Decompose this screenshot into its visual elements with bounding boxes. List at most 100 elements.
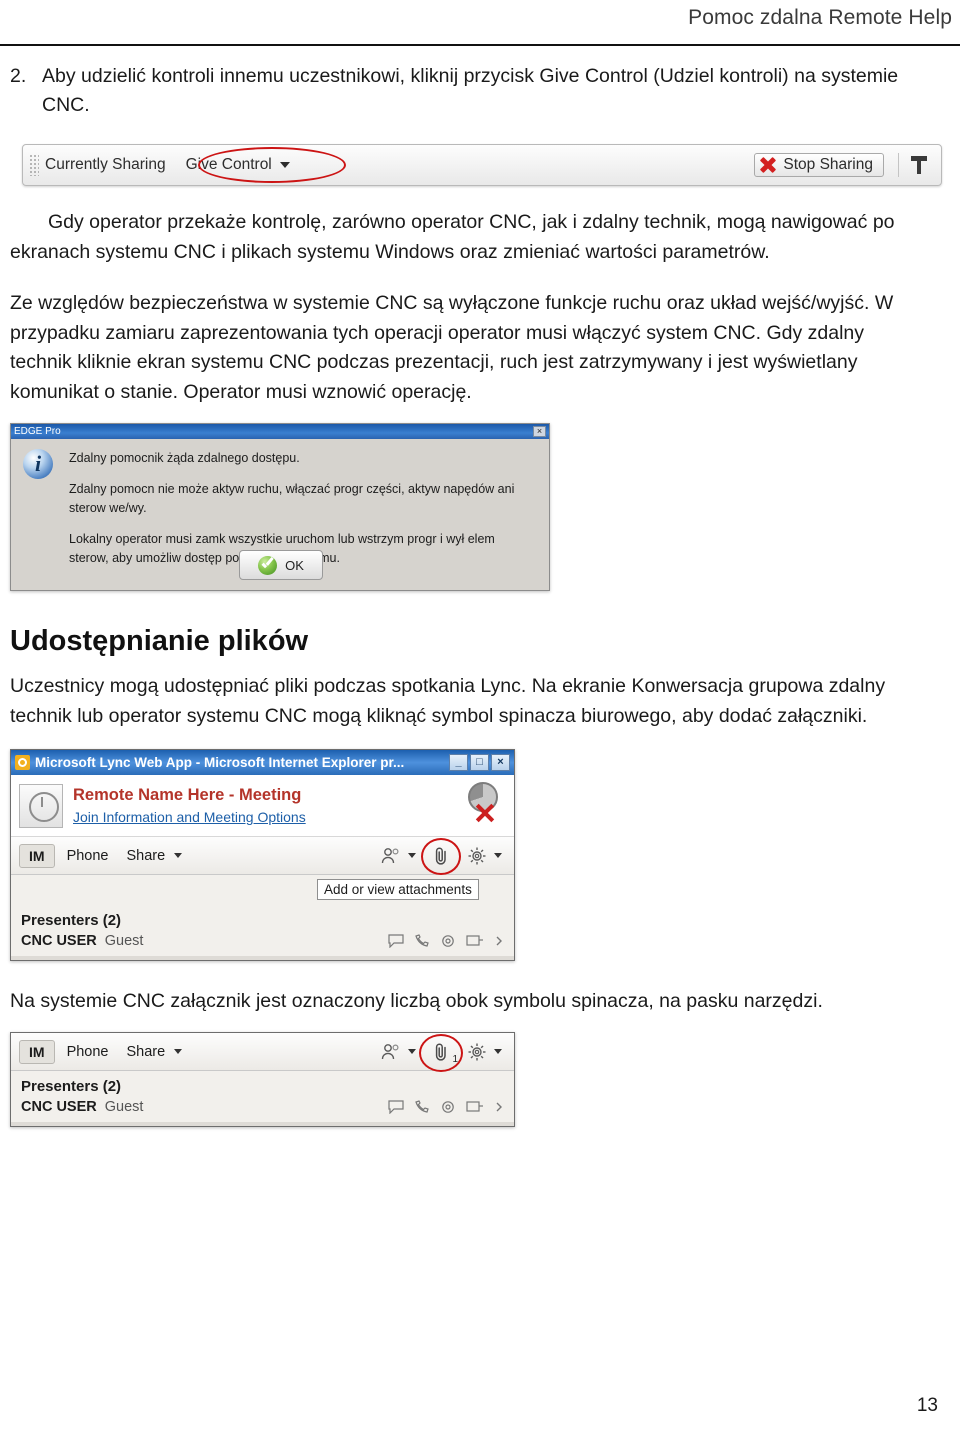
caption-after-lync: Na systemie CNC załącznik jest oznaczony…	[10, 990, 823, 1012]
ok-button-label: OK	[285, 557, 304, 573]
participant-role: Guest	[104, 933, 144, 949]
people-icon[interactable]	[380, 845, 402, 867]
dialog-line-1: Zdalny pomocnik żąda zdalnego dostępu.	[69, 451, 300, 465]
minimize-button[interactable]: _	[449, 754, 468, 771]
page-header: Pomoc zdalna Remote Help	[688, 6, 952, 29]
tab-im[interactable]: IM	[19, 843, 55, 868]
lync-logo-icon	[15, 755, 30, 770]
mute-icon	[442, 1101, 454, 1113]
chevron-down-icon[interactable]	[408, 1049, 416, 1054]
ok-button[interactable]: OK	[239, 550, 323, 580]
call-icon	[415, 1100, 429, 1113]
lync-toolbar: IM Phone Share	[11, 837, 514, 875]
lync-toolbar-actions-2: 1	[380, 1033, 506, 1072]
tab-im-2[interactable]: IM	[19, 1039, 55, 1064]
lync-toolbar-2: IM Phone Share 1	[11, 1033, 514, 1072]
page-number: 13	[916, 1395, 938, 1416]
tab-phone-2[interactable]: Phone	[67, 1044, 109, 1060]
join-information-link[interactable]: Join Information and Meeting Options	[73, 809, 306, 825]
participant-actions	[388, 934, 504, 948]
chevron-down-icon	[174, 853, 183, 859]
pin-icon[interactable]	[909, 154, 929, 176]
participant-actions-2	[388, 1100, 504, 1114]
gear-icon[interactable]	[466, 845, 488, 867]
gear-icon[interactable]	[466, 1041, 488, 1063]
lync-toolbar-actions	[380, 837, 506, 875]
stop-sharing-label: Stop Sharing	[783, 156, 873, 173]
attachment-count-badge: 1	[452, 1053, 458, 1065]
meeting-info: Remote Name Here - Meeting Join Informat…	[73, 786, 306, 825]
document-page: Pomoc zdalna Remote Help 2. Aby udzielić…	[0, 0, 960, 1435]
window-bottom-edge	[11, 956, 514, 960]
paragraph-2: Ze względów bezpieczeństwa w systemie CN…	[10, 292, 894, 403]
lync-titlebar: Microsoft Lync Web App - Microsoft Inter…	[11, 750, 514, 775]
share-icon	[466, 935, 483, 946]
close-button[interactable]: ×	[491, 754, 510, 771]
sharing-toolbar: Currently Sharing Give Control Stop Shar…	[22, 144, 942, 186]
dialog-titlebar: EDGE Pro ×	[11, 424, 549, 439]
tab-share[interactable]: Share	[127, 848, 183, 864]
close-icon[interactable]: ×	[533, 426, 546, 437]
people-icon[interactable]	[380, 1041, 402, 1063]
call-icon	[415, 934, 429, 947]
lync-meeting-header: Remote Name Here - Meeting Join Informat…	[11, 775, 514, 837]
chevron-down-icon[interactable]	[408, 853, 416, 858]
tooltip-layer: Add or view attachments	[11, 875, 514, 905]
chevron-down-icon	[279, 162, 290, 168]
chevron-down-icon[interactable]	[494, 1049, 502, 1054]
more-icon	[496, 936, 502, 946]
give-control-button[interactable]: Give Control	[182, 154, 294, 176]
lync-toolbar-figure-2: IM Phone Share 1 Presenters (2) CNC USER…	[10, 1032, 515, 1127]
presenters-header-2: Presenters (2)	[11, 1071, 514, 1097]
maximize-button[interactable]: □	[470, 754, 489, 771]
toolbar-divider	[898, 153, 899, 177]
window-bottom-edge-2	[11, 1122, 514, 1126]
tab-phone[interactable]: Phone	[67, 848, 109, 864]
step-number: 2.	[10, 65, 27, 87]
header-divider	[0, 44, 960, 46]
chevron-down-icon	[174, 1049, 183, 1055]
dialog-line-2: Zdalny pomocn nie może aktyw ruchu, włąc…	[69, 482, 515, 515]
window-controls: _ □ ×	[449, 754, 510, 771]
stop-sharing-button[interactable]: Stop Sharing	[754, 153, 884, 177]
green-check-icon	[258, 555, 278, 575]
meeting-name: Remote Name Here - Meeting	[73, 786, 302, 804]
more-icon	[496, 1102, 502, 1112]
lync-web-app-figure: Microsoft Lync Web App - Microsoft Inter…	[10, 749, 515, 961]
paperclip-icon[interactable]	[421, 837, 461, 875]
red-x-icon[interactable]	[474, 802, 496, 824]
chat-icon	[388, 934, 404, 948]
page-content: 2. Aby udzielić kontroli innemu uczestni…	[10, 62, 950, 1127]
mute-icon	[442, 935, 454, 947]
numbered-step: 2. Aby udzielić kontroli innemu uczestni…	[10, 62, 950, 120]
section-title: Udostępnianie plików	[10, 625, 309, 657]
share-icon	[466, 1101, 483, 1112]
step-text: Aby udzielić kontroli innemu uczestnikow…	[42, 65, 899, 116]
drag-grip-icon[interactable]	[29, 154, 39, 176]
paragraph-1: Gdy operator przekaże kontrolę, zarówno …	[10, 211, 895, 263]
tab-share-label: Share	[126, 847, 166, 864]
participant-row-2[interactable]: CNC USER Guest	[11, 1097, 514, 1122]
lync-window-title: Microsoft Lync Web App - Microsoft Inter…	[35, 755, 405, 770]
give-control-label: Give Control	[185, 156, 272, 173]
tab-share-label-2: Share	[126, 1043, 166, 1060]
sharing-bar-figure: Currently Sharing Give Control Stop Shar…	[22, 144, 942, 186]
participant-row[interactable]: CNC USER Guest	[11, 931, 514, 956]
dialog-title: EDGE Pro	[14, 426, 61, 437]
presentation-status	[448, 780, 506, 832]
tab-share-2[interactable]: Share	[127, 1044, 183, 1060]
sharing-toolbar-right: Stop Sharing	[754, 153, 941, 177]
participant-role-2: Guest	[104, 1099, 144, 1115]
chevron-down-icon[interactable]	[494, 853, 502, 858]
participant-name: CNC USER	[21, 933, 97, 949]
attachment-tooltip: Add or view attachments	[317, 879, 479, 900]
chat-icon	[388, 1100, 404, 1114]
participant-name-2: CNC USER	[21, 1099, 97, 1115]
edge-pro-dialog-figure: EDGE Pro × i Zdalny pomocnik żąda zdalne…	[10, 423, 550, 591]
currently-sharing-label: Currently Sharing	[45, 156, 166, 173]
section-body: Uczestnicy mogą udostępniać pliki podcza…	[10, 675, 886, 727]
paperclip-icon[interactable]: 1	[419, 1033, 463, 1072]
contact-photo-icon	[19, 783, 63, 828]
red-x-icon	[759, 156, 777, 174]
presenters-header: Presenters (2)	[11, 905, 514, 931]
